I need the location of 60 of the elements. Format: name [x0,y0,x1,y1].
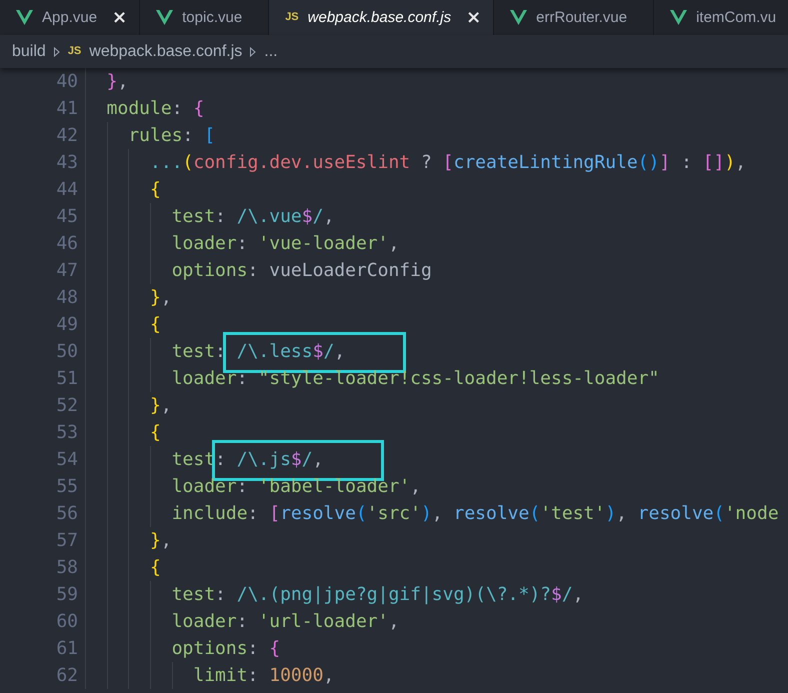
line-number: 57 [55,530,79,551]
line-number: 56 [55,503,79,524]
line-number: 43 [55,152,79,173]
line-number: 47 [55,260,79,281]
code-line: test: /\.vue$/, [172,206,334,227]
code-line: ...(config.dev.useEslint ? [createLintingRule()] : []), [150,152,746,173]
line-number: 55 [55,476,79,497]
close-icon[interactable]: × [466,7,482,28]
code-line: }, [150,530,172,551]
code-line: }, [150,287,172,308]
line-number: 53 [55,422,79,443]
code-line: test: /\.(png|jpe?g|gif|svg)(\?.*)?$/, [172,584,584,605]
vue-icon [670,10,688,25]
js-icon: JS [68,46,82,57]
line-number: 54 [55,449,79,470]
line-number: 41 [55,98,79,119]
line-number: 46 [55,233,79,254]
line-number: 59 [55,584,79,605]
line-number: 44 [55,179,79,200]
chevron-icon [250,46,256,56]
vue-icon [510,10,528,25]
code-line: test: /\.less$/, [172,341,346,362]
line-number: 42 [55,125,79,146]
code-line: }, [150,395,172,416]
line-number: 62 [55,665,79,686]
code-line: limit: 10000, [193,665,334,686]
code-line: loader: 'vue-loader', [172,233,400,254]
vue-icon [156,10,174,25]
chevron-icon [54,46,60,56]
code-line: test: /\.js$/, [172,449,324,470]
code-line: options: vueLoaderConfig [172,260,432,281]
line-number: 52 [55,395,79,416]
js-icon: JS [285,12,299,23]
breadcrumb-item[interactable]: webpack.base.conf.js [89,42,242,60]
breadcrumb-item[interactable]: ... [264,42,278,60]
close-icon[interactable]: × [112,7,128,28]
code-line: { [150,422,161,443]
line-number: 40 [55,71,79,92]
code-line: rules: [ [128,125,216,146]
code-line: loader: 'url-loader', [172,611,400,632]
line-number: 51 [55,368,79,389]
line-number: 60 [55,611,79,632]
line-number: 49 [55,314,79,335]
code-line: { [150,179,161,200]
code-line: }, [106,71,128,92]
code-line: loader: "style-loader!css-loader!less-loader" [172,368,660,389]
line-number: 50 [55,341,79,362]
code-line: module: { [106,98,204,119]
line-number: 61 [55,638,79,659]
vue-icon [16,10,33,25]
editor-tab[interactable]: JS webpack.base.conf.js × [269,0,494,35]
line-number: 45 [55,206,79,227]
code-line: options: { [172,638,280,659]
code-line: loader: 'babel-loader', [172,476,421,497]
line-number: 58 [55,557,79,578]
code-line: include: [resolve('src'), resolve('test'), resolve('node [172,503,779,524]
code-line: { [150,314,161,335]
line-number: 48 [55,287,79,308]
code-line: { [150,557,161,578]
breadcrumb-item[interactable]: build [12,42,46,60]
